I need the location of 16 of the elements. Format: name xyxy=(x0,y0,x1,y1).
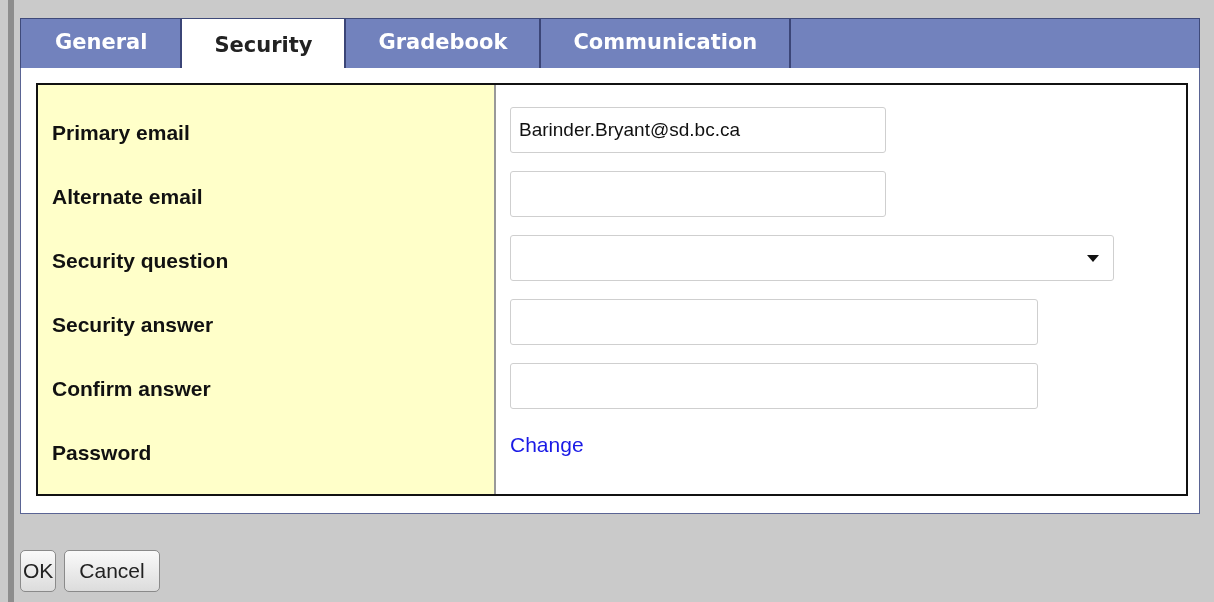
change-link[interactable]: Change xyxy=(510,433,584,457)
field-label: Alternate email xyxy=(51,184,204,210)
answer-field[interactable] xyxy=(510,299,1038,345)
email-field[interactable] xyxy=(510,171,886,217)
email-field[interactable]: Barinder.Bryant@sd.bc.ca xyxy=(510,107,886,153)
ok-button[interactable]: OK xyxy=(20,550,57,592)
field-label: Primary email xyxy=(51,120,191,146)
field-label: Confirm answer xyxy=(51,376,212,402)
field-label: Security answer xyxy=(51,312,215,338)
field-label: Password xyxy=(51,440,153,466)
tab[interactable]: Security xyxy=(182,19,347,68)
cancel-button[interactable]: Cancel xyxy=(64,550,160,592)
answer-field[interactable] xyxy=(510,363,1038,409)
select-field[interactable] xyxy=(510,235,1114,281)
field-label: Security question xyxy=(51,248,230,274)
caret-icon xyxy=(1087,255,1099,262)
